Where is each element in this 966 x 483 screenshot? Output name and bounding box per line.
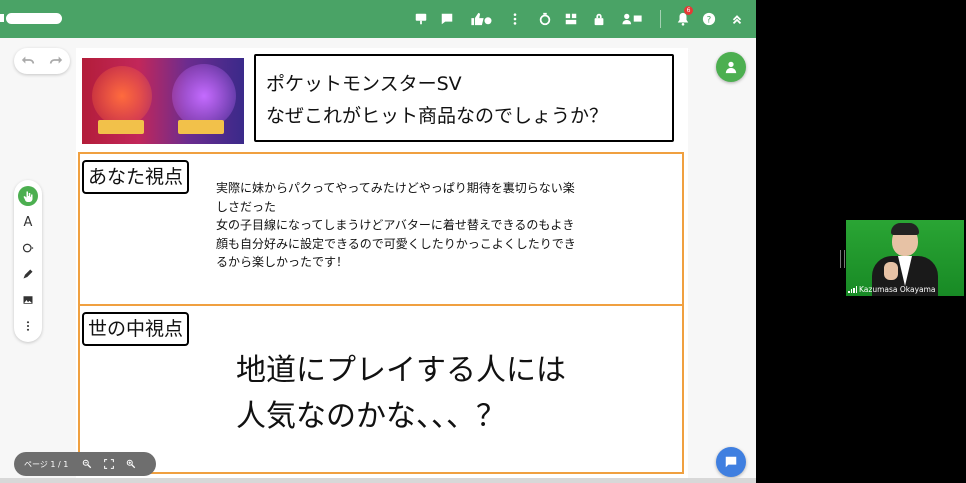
text-line: 実際に妹からパクってやってみたけどやっぱり期待を裏切らない楽 xyxy=(216,181,575,195)
chat-button[interactable] xyxy=(716,447,746,477)
top-toolbar: 6 ? xyxy=(0,0,756,38)
more-tools-icon[interactable] xyxy=(18,316,38,336)
signal-bars-icon xyxy=(848,286,857,293)
section-label-yononaka[interactable]: 世の中視点 xyxy=(82,312,190,346)
slide-title-box[interactable]: ポケットモンスターSV なぜこれがヒット商品なのでしょうか？ xyxy=(254,54,674,142)
zoom-out-icon[interactable] xyxy=(76,459,98,469)
redo-icon[interactable] xyxy=(49,52,63,71)
participant-video[interactable]: Kazumasa Okayama xyxy=(846,220,964,296)
cover-logo-right xyxy=(178,120,224,134)
title-line: ポケットモンスターSV xyxy=(266,73,462,95)
text-icon[interactable]: A xyxy=(18,212,38,232)
shape-icon[interactable] xyxy=(18,238,38,258)
select-hand-icon[interactable] xyxy=(18,186,38,206)
drawing-toolbar: A xyxy=(14,180,42,342)
toolbar-divider xyxy=(660,10,661,28)
more-vert-icon[interactable] xyxy=(506,10,524,28)
app-logo[interactable] xyxy=(6,13,62,24)
participant-name: Kazumasa Okayama xyxy=(859,285,936,294)
participants-icon[interactable] xyxy=(618,10,646,28)
whiteboard-app: 6 ? A ポケットモンスターSV なぜこれがヒット商品なのでしょうか？ あなた… xyxy=(0,0,756,483)
text-line: しさだった xyxy=(216,199,277,214)
chat-icon xyxy=(725,456,737,468)
title-line: なぜこれがヒット商品なのでしょうか？ xyxy=(266,105,609,127)
page-navigation: ページ 1 / 1 xyxy=(14,452,156,476)
help-icon[interactable]: ? xyxy=(700,10,718,28)
user-avatar-button[interactable] xyxy=(716,52,746,82)
timer-icon[interactable] xyxy=(536,10,554,28)
pen-icon[interactable] xyxy=(18,264,38,284)
zoom-in-icon[interactable] xyxy=(120,459,142,469)
text-line: るから楽しかったです！ xyxy=(216,255,349,269)
participant-name-label: Kazumasa Okayama xyxy=(848,285,936,294)
section-label-anata[interactable]: あなた視点 xyxy=(82,160,190,194)
lock-icon[interactable] xyxy=(590,10,608,28)
fit-screen-icon[interactable] xyxy=(98,459,120,469)
undo-redo-group xyxy=(14,48,70,74)
user-icon xyxy=(725,61,737,74)
slide-canvas[interactable]: ポケットモンスターSV なぜこれがヒット商品なのでしょうか？ あなた視点 実際に… xyxy=(76,48,688,478)
video-person-hair xyxy=(891,223,919,235)
thumbs-icon[interactable] xyxy=(466,10,496,28)
layout-icon[interactable] xyxy=(562,10,580,28)
video-person-hand xyxy=(884,262,898,280)
cover-art-left xyxy=(92,66,152,126)
text-line: 顔も自分好みに設定できるので可愛くしたりかっこよくしたりでき xyxy=(216,236,576,251)
present-icon[interactable] xyxy=(412,10,430,28)
section-text-yononaka[interactable]: 地道にプレイする人には 人気なのかな、、、？ xyxy=(236,348,566,440)
video-drag-handle[interactable] xyxy=(840,250,845,268)
image-icon[interactable] xyxy=(18,290,38,310)
section-text-anata[interactable]: 実際に妹からパクってやってみたけどやっぱり期待を裏切らない楽 しさだった 女の子… xyxy=(216,179,676,272)
svg-text:?: ? xyxy=(707,16,712,26)
logo-mark xyxy=(0,14,4,22)
comment-icon[interactable] xyxy=(438,10,456,28)
notification-badge: 6 xyxy=(684,6,693,15)
text-line: 女の子目線になってしまうけどアバターに着せ替えできるのもよき xyxy=(216,218,575,232)
cover-logo-left xyxy=(98,120,144,134)
page-indicator[interactable]: ページ 1 / 1 xyxy=(24,459,68,470)
collapse-icon[interactable] xyxy=(728,10,746,28)
undo-icon[interactable] xyxy=(21,52,35,71)
cover-art-right xyxy=(172,64,236,128)
answer-divider xyxy=(78,304,684,306)
game-cover-image xyxy=(82,58,244,144)
text-line: 地道にプレイする人には xyxy=(236,353,566,388)
bottom-edge xyxy=(0,478,756,483)
text-line: 人気なのかな、、、？ xyxy=(236,399,506,434)
